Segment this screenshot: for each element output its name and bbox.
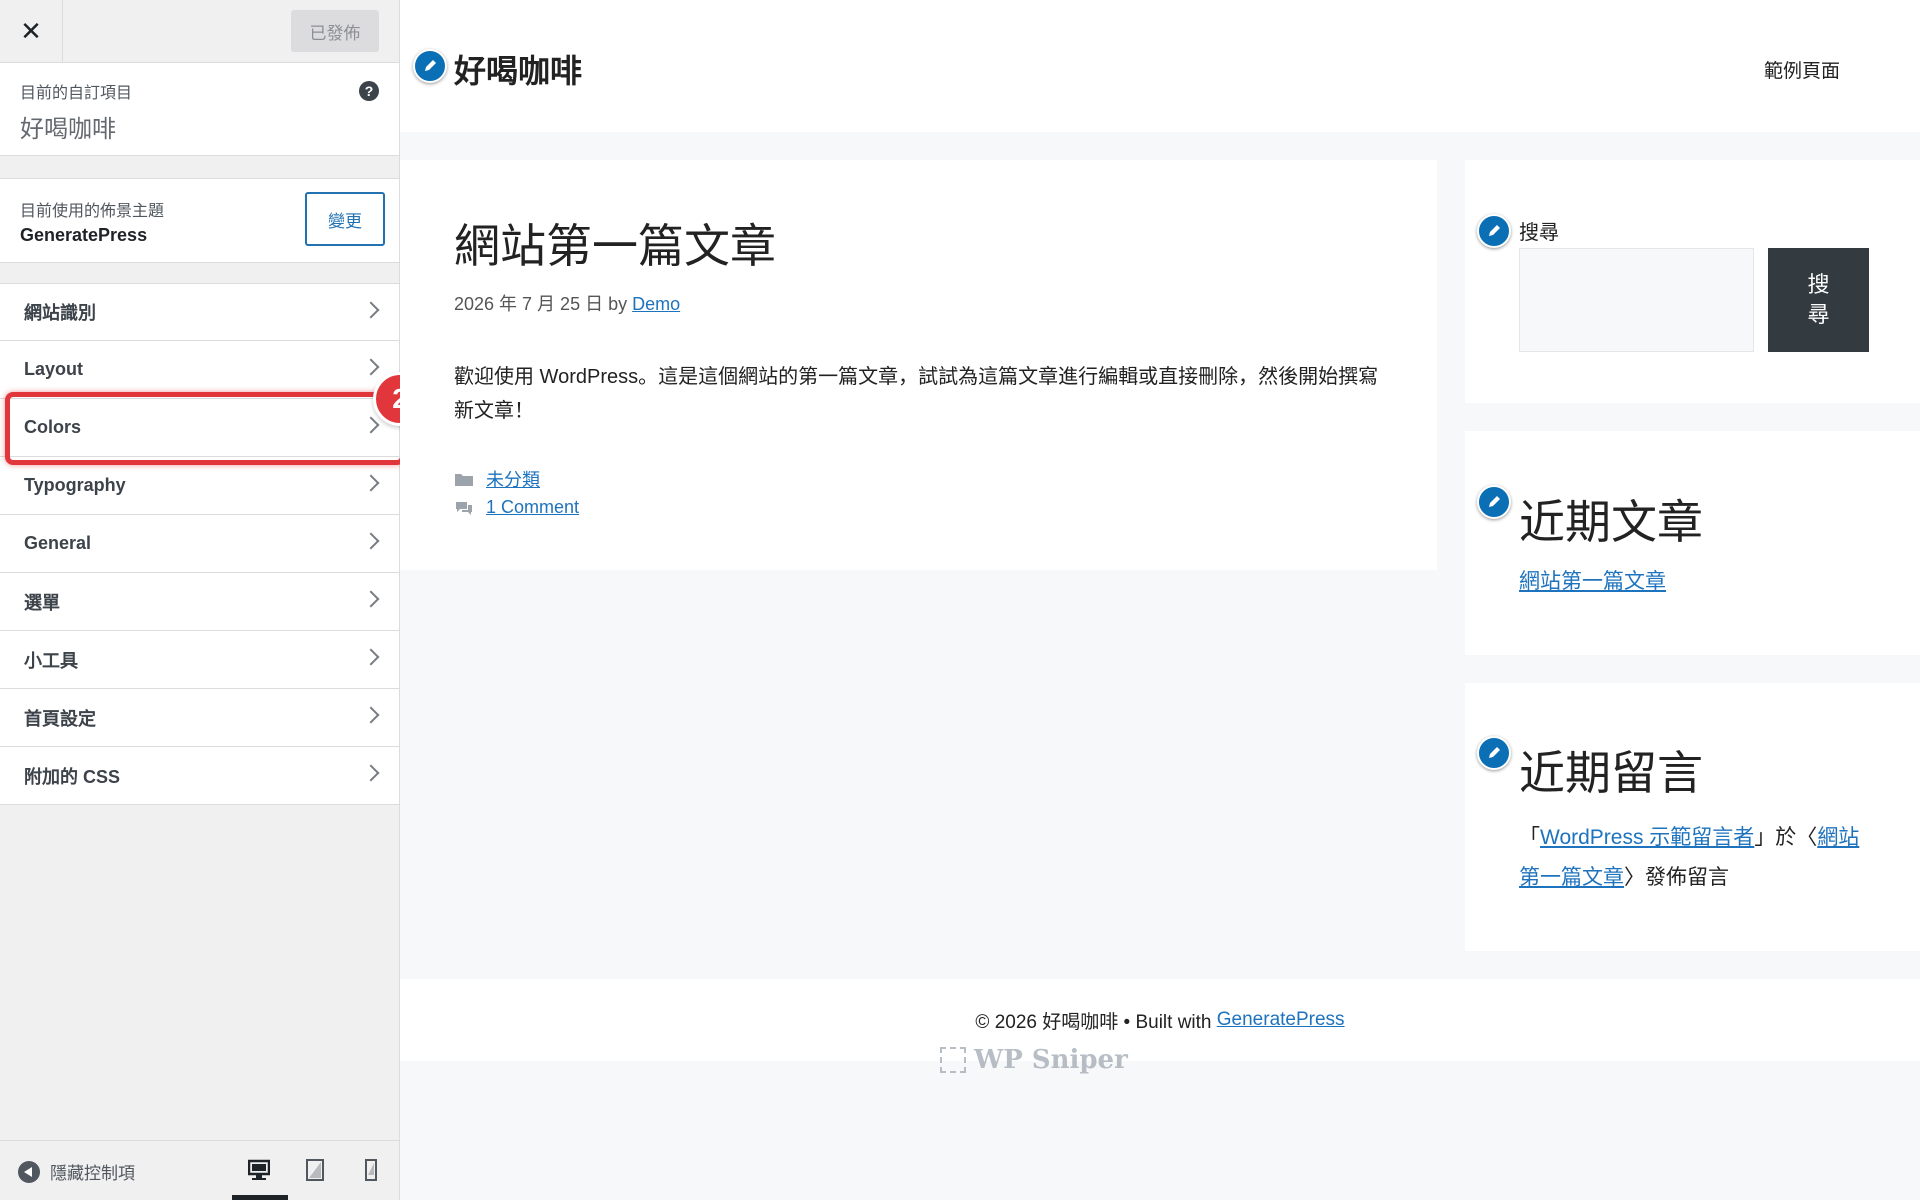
comments-link[interactable]: 1 Comment [486,497,579,518]
edit-shortcut-pencil-icon[interactable] [413,49,447,83]
footer-theme-link[interactable]: GeneratePress [1217,1009,1345,1031]
section-label: 附加的 CSS [24,766,121,787]
publish-button[interactable]: 已發佈 [291,10,379,52]
close-icon: ✕ [20,15,42,46]
edit-shortcut-pencil-icon[interactable] [1477,485,1511,519]
customizer-sidebar: ✕ 已發佈 目前的自訂項目 好喝咖啡 ? 目前使用的佈景主題 GenerateP… [0,0,400,1200]
section-general[interactable]: General [0,515,399,573]
search-widget: 搜尋 搜 尋 [1465,160,1920,403]
chevron-right-icon [362,648,380,666]
comment-author-link[interactable]: WordPress 示範留言者 [1540,826,1754,849]
post-date: 2026 年 7 月 25 日 by [454,294,633,314]
comments-icon [456,501,472,515]
section-colors[interactable]: Colors [0,399,399,457]
site-preview: 好喝咖啡 範例頁面 網站第一篇文章 2026 年 7 月 25 日 by Dem… [400,0,1920,1200]
section-label: 小工具 [24,650,78,671]
edit-shortcut-pencil-icon[interactable] [1477,736,1511,770]
section-label: Layout [24,359,84,379]
category-link[interactable]: 未分類 [486,466,540,492]
desktop-icon[interactable] [248,1159,270,1181]
section-label: 選單 [24,592,60,613]
section-label: 首頁設定 [24,708,96,729]
section-label: 網站識別 [24,303,96,323]
watermark: WP Sniper [940,1045,1128,1075]
recent-posts-title: 近期文章 [1519,496,1703,548]
close-button[interactable]: ✕ [0,0,63,62]
search-button-label: 尋 [1807,302,1830,327]
edit-shortcut-pencil-icon[interactable] [1477,214,1511,248]
site-header: 好喝咖啡 範例頁面 [400,0,1920,132]
chevron-right-icon [362,764,380,782]
customizer-sections: 網站識別 Layout Colors Typography General 選單… [0,283,399,805]
section-menus[interactable]: 選單 [0,573,399,631]
nav-item-sample-page[interactable]: 範例頁面 [1764,56,1840,83]
mobile-icon[interactable] [360,1159,382,1181]
recent-post-link[interactable]: 網站第一篇文章 [1519,565,1666,595]
site-title[interactable]: 好喝咖啡 [454,46,582,92]
site-name: 好喝咖啡 [20,116,116,143]
post-article: 網站第一篇文章 2026 年 7 月 25 日 by Demo 歡迎使用 Wor… [400,160,1437,570]
section-additional-css[interactable]: 附加的 CSS [0,747,399,805]
hide-controls-button[interactable]: 隱藏控制項 [18,1159,135,1184]
post-title: 網站第一篇文章 [454,220,776,272]
section-typography[interactable]: Typography [0,457,399,515]
section-label: General [24,533,92,553]
section-site-identity[interactable]: 網站識別 [0,283,399,341]
post-body: 歡迎使用 WordPress。這是這個網站的第一篇文章，試試為這篇文章進行編輯或… [454,366,1379,422]
active-theme-panel: 目前使用的佈景主題 GeneratePress 變更 [0,178,399,263]
section-layout[interactable]: Layout [0,341,399,399]
folder-icon [455,473,473,486]
post-author-link[interactable]: Demo [632,294,680,314]
chevron-right-icon [362,532,380,550]
footer-copyright: © 2026 好喝咖啡 • Built with [975,1011,1212,1033]
chevron-right-icon [362,358,380,376]
tablet-icon[interactable] [304,1159,326,1181]
comment-mid-text: 」於〈 [1754,826,1818,849]
collapse-arrow-icon [18,1160,40,1183]
change-theme-button[interactable]: 變更 [305,192,385,246]
recent-posts-widget: 近期文章 網站第一篇文章 [1465,431,1920,655]
search-button-label: 搜 [1807,272,1830,297]
chevron-right-icon [362,474,380,492]
search-input[interactable] [1519,248,1754,352]
active-device-indicator [232,1195,288,1200]
quote-open: 「 [1519,826,1540,849]
search-widget-title: 搜尋 [1519,222,1559,244]
chevron-right-icon [362,706,380,724]
customizer-header: ✕ 已發佈 [0,0,399,63]
help-icon[interactable]: ? [359,81,379,101]
section-label: Colors [24,417,82,437]
post-footer-meta: 未分類 1 Comment [454,464,1383,522]
info-label: 目前的自訂項目 [20,85,133,102]
site-footer: © 2026 好喝咖啡 • Built with GeneratePress [400,979,1920,1061]
recent-comments-title: 近期留言 [1519,747,1703,799]
section-label: Typography [24,475,126,495]
recent-comment-entry: 「WordPress 示範留言者」於〈網站第一篇文章〉發佈留言 [1519,818,1879,898]
section-widgets[interactable]: 小工具 [0,631,399,689]
search-button[interactable]: 搜 尋 [1768,248,1869,352]
customizer-info: 目前的自訂項目 好喝咖啡 [0,63,399,156]
post-meta: 2026 年 7 月 25 日 by Demo [454,290,1383,316]
watermark-text: WP Sniper [974,1045,1128,1075]
chevron-right-icon [362,590,380,608]
watermark-logo-icon [940,1047,966,1073]
recent-comments-widget: 近期留言 「WordPress 示範留言者」於〈網站第一篇文章〉發佈留言 [1465,683,1920,951]
customizer-footer: 隱藏控制項 [0,1140,399,1200]
chevron-right-icon [362,301,380,319]
section-homepage-settings[interactable]: 首頁設定 [0,689,399,747]
comment-end-text: 〉發佈留言 [1624,866,1729,889]
chevron-right-icon [362,416,380,434]
hide-controls-label: 隱藏控制項 [50,1164,135,1183]
